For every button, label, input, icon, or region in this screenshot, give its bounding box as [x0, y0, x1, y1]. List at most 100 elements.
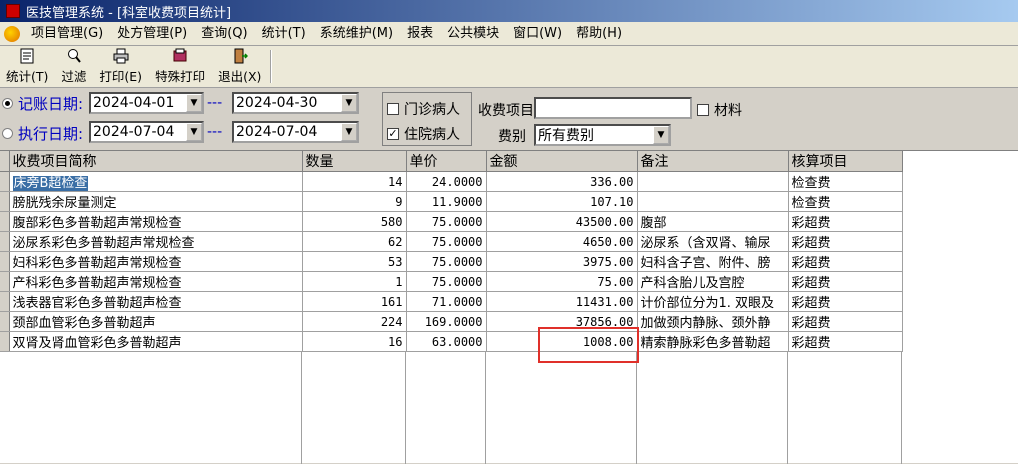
cell-item-name[interactable]: 床旁B超检查: [9, 171, 303, 192]
cell-item-name[interactable]: 妇科彩色多普勒超声常规检查: [9, 251, 303, 272]
cell-remarks[interactable]: 泌尿系（含双肾、输尿: [637, 231, 789, 252]
cell-remarks[interactable]: 妇科含子宫、附件、膀: [637, 251, 789, 272]
column-header-unit-price[interactable]: 单价: [406, 151, 487, 172]
exec-date-option[interactable]: 执行日期:: [2, 123, 83, 144]
cell-quantity[interactable]: 161: [302, 291, 407, 312]
cell-item-name[interactable]: 双肾及肾血管彩色多普勒超声: [9, 331, 303, 352]
cell-amount[interactable]: 3975.00: [486, 251, 638, 272]
row-indicator[interactable]: [0, 231, 10, 252]
cell-accounting-item[interactable]: 彩超费: [788, 311, 903, 332]
cell-quantity[interactable]: 53: [302, 251, 407, 272]
cell-unit-price[interactable]: 75.0000: [406, 271, 487, 292]
cell-amount[interactable]: 4650.00: [486, 231, 638, 252]
charge-items-grid[interactable]: 收费项目简称 数量 单价 金额 备注 核算项目 床旁B超检查 14 24.0000 3…: [0, 150, 1018, 464]
table-row[interactable]: 床旁B超检查 14 24.0000 336.00 检查费: [0, 171, 903, 192]
table-row[interactable]: 浅表器官彩色多普勒超声检查 161 71.0000 11431.00 计价部位分为1. …: [0, 291, 903, 312]
billing-date-radio[interactable]: [2, 98, 13, 109]
cell-quantity[interactable]: 9: [302, 191, 407, 212]
cell-unit-price[interactable]: 169.0000: [406, 311, 487, 332]
cell-amount[interactable]: 11431.00: [486, 291, 638, 312]
cell-accounting-item[interactable]: 检查费: [788, 191, 903, 212]
row-indicator[interactable]: [0, 171, 10, 192]
table-row[interactable]: 泌尿系彩色多普勒超声常规检查 62 75.0000 4650.00 泌尿系（含双肾、输尿…: [0, 231, 903, 252]
menu-item-query[interactable]: 查询(Q): [194, 22, 254, 46]
inpatient-option[interactable]: ✓ 住院病人: [387, 124, 460, 144]
cell-unit-price[interactable]: 24.0000: [406, 171, 487, 192]
cell-item-name[interactable]: 产科彩色多普勒超声常规检查: [9, 271, 303, 292]
table-row[interactable]: 颈部血管彩色多普勒超声 224 169.0000 37856.00 加做颈内静脉、颈外静…: [0, 311, 903, 332]
cell-amount[interactable]: 75.00: [486, 271, 638, 292]
print-button[interactable]: 打印(E): [93, 46, 149, 87]
cell-remarks[interactable]: 精索静脉彩色多普勒超: [637, 331, 789, 352]
billing-date-to-picker[interactable]: 2024-04-30 ▼: [232, 92, 359, 114]
exec-date-radio[interactable]: [2, 128, 13, 139]
cell-quantity[interactable]: 224: [302, 311, 407, 332]
table-row[interactable]: 产科彩色多普勒超声常规检查 1 75.0000 75.00 产科含胎儿及宫腔 彩超费: [0, 271, 903, 292]
row-indicator[interactable]: [0, 331, 10, 352]
material-option[interactable]: 材料: [697, 100, 742, 120]
cell-item-name[interactable]: 泌尿系彩色多普勒超声常规检查: [9, 231, 303, 252]
chevron-down-icon[interactable]: ▼: [653, 126, 669, 144]
cell-remarks[interactable]: 腹部: [637, 211, 789, 232]
column-header-accounting-item[interactable]: 核算项目: [788, 151, 903, 172]
chevron-down-icon[interactable]: ▼: [186, 123, 202, 141]
cell-remarks[interactable]: [637, 171, 789, 192]
exec-date-from-picker[interactable]: 2024-07-04 ▼: [89, 121, 204, 143]
row-indicator[interactable]: [0, 311, 10, 332]
fee-type-select[interactable]: 所有费别 ▼: [534, 124, 671, 146]
menu-item-common[interactable]: 公共模块: [440, 22, 506, 46]
cell-remarks[interactable]: 加做颈内静脉、颈外静: [637, 311, 789, 332]
filter-button[interactable]: 过滤: [55, 46, 93, 87]
cell-unit-price[interactable]: 63.0000: [406, 331, 487, 352]
cell-unit-price[interactable]: 75.0000: [406, 231, 487, 252]
billing-date-from-picker[interactable]: 2024-04-01 ▼: [89, 92, 204, 114]
table-row[interactable]: 腹部彩色多普勒超声常规检查 580 75.0000 43500.00 腹部 彩超费: [0, 211, 903, 232]
menu-item-help[interactable]: 帮助(H): [569, 22, 629, 46]
material-checkbox[interactable]: [697, 104, 709, 116]
statistics-button[interactable]: 统计(T): [0, 46, 55, 87]
cell-accounting-item[interactable]: 彩超费: [788, 291, 903, 312]
chevron-down-icon[interactable]: ▼: [341, 123, 357, 141]
cell-remarks[interactable]: 产科含胎儿及宫腔: [637, 271, 789, 292]
menu-item-window[interactable]: 窗口(W): [506, 22, 569, 46]
menu-item-maintenance[interactable]: 系统维护(M): [313, 22, 400, 46]
column-header-quantity[interactable]: 数量: [302, 151, 407, 172]
cell-unit-price[interactable]: 71.0000: [406, 291, 487, 312]
menu-item-statistics[interactable]: 统计(T): [255, 22, 313, 46]
cell-quantity[interactable]: 62: [302, 231, 407, 252]
row-indicator[interactable]: [0, 191, 10, 212]
menu-item-project[interactable]: 项目管理(G): [24, 22, 110, 46]
cell-accounting-item[interactable]: 彩超费: [788, 211, 903, 232]
table-row[interactable]: 膀胱残余尿量测定 9 11.9000 107.10 检查费: [0, 191, 903, 212]
cell-accounting-item[interactable]: 检查费: [788, 171, 903, 192]
billing-date-option[interactable]: 记账日期:: [2, 93, 83, 114]
cell-quantity[interactable]: 1: [302, 271, 407, 292]
cell-item-name[interactable]: 膀胱残余尿量测定: [9, 191, 303, 212]
cell-unit-price[interactable]: 75.0000: [406, 251, 487, 272]
cell-quantity[interactable]: 16: [302, 331, 407, 352]
exec-date-to-picker[interactable]: 2024-07-04 ▼: [232, 121, 359, 143]
column-header-amount[interactable]: 金额: [486, 151, 638, 172]
cell-remarks[interactable]: [637, 191, 789, 212]
cell-item-name[interactable]: 浅表器官彩色多普勒超声检查: [9, 291, 303, 312]
cell-amount[interactable]: 43500.00: [486, 211, 638, 232]
cell-accounting-item[interactable]: 彩超费: [788, 251, 903, 272]
cell-accounting-item[interactable]: 彩超费: [788, 231, 903, 252]
cell-quantity[interactable]: 14: [302, 171, 407, 192]
cell-unit-price[interactable]: 11.9000: [406, 191, 487, 212]
cell-accounting-item[interactable]: 彩超费: [788, 271, 903, 292]
cell-quantity[interactable]: 580: [302, 211, 407, 232]
mdi-child-icon[interactable]: [4, 25, 20, 42]
column-header-item-name[interactable]: 收费项目简称: [9, 151, 303, 172]
outpatient-option[interactable]: 门诊病人: [387, 99, 460, 119]
row-indicator[interactable]: [0, 271, 10, 292]
cell-remarks[interactable]: 计价部位分为1. 双眼及: [637, 291, 789, 312]
chevron-down-icon[interactable]: ▼: [186, 94, 202, 112]
special-print-button[interactable]: 特殊打印: [149, 46, 212, 87]
chevron-down-icon[interactable]: ▼: [341, 94, 357, 112]
menu-item-reports[interactable]: 报表: [400, 22, 440, 46]
row-indicator[interactable]: [0, 251, 10, 272]
table-row[interactable]: 双肾及肾血管彩色多普勒超声 16 63.0000 1008.00 精索静脉彩色多普勒超彩…: [0, 331, 903, 352]
menu-item-prescription[interactable]: 处方管理(P): [110, 22, 194, 46]
cell-accounting-item[interactable]: 彩超费: [788, 331, 903, 352]
